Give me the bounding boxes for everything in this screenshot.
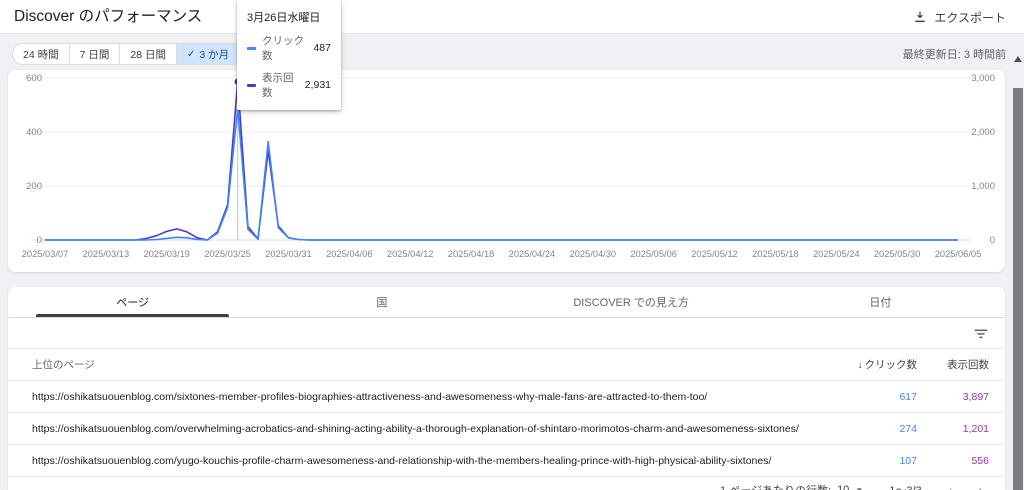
toolbar: 24 時間 7 日間 28 日間 ✓ 3 か月 詳細 ▼ 最終更新日: 3 時間… — [0, 34, 1024, 70]
impressions-value: 3,897 — [917, 391, 1005, 403]
scrollbar-thumb[interactable] — [1013, 88, 1023, 490]
clicks-legend-dash-icon — [247, 47, 256, 50]
tooltip-clicks-label: クリック数 — [262, 33, 307, 63]
x-tick-label: 2025/03/13 — [75, 249, 137, 259]
x-tick-label: 2025/05/12 — [684, 249, 746, 259]
tooltip-impressions-label: 表示回数 — [262, 70, 299, 100]
rows-per-page-label: 1 ページあたりの行数: — [720, 482, 831, 490]
impressions-value: 1,201 — [917, 423, 1005, 435]
x-tick-label: 2025/04/30 — [562, 249, 624, 259]
x-tick-label: 2025/05/24 — [805, 249, 867, 259]
y-tick-label: 200 — [10, 181, 42, 192]
column-header-clicks-label: クリック数 — [865, 359, 918, 371]
tab-pages[interactable]: ページ — [8, 287, 257, 317]
table-row: https://oshikatsuouenblog.com/yugo-kouch… — [8, 445, 1005, 477]
x-tick-label: 2025/04/24 — [501, 249, 563, 259]
chart-tooltip: 3月26日水曜日 クリック数 487 表示回数 2,931 — [237, 0, 341, 110]
tab-dates-label: 日付 — [869, 294, 891, 310]
rows-per-page-value: 10 — [837, 484, 849, 490]
last-updated-text: 最終更新日: 3 時間前 — [903, 46, 1006, 62]
x-tick-label: 2025/03/31 — [257, 249, 319, 259]
range-7d[interactable]: 7 日間 — [70, 44, 121, 64]
performance-chart-card: 6004002000 3,0002,0001,0000 2025/03/0720… — [8, 70, 1005, 272]
y-tick-label: 600 — [10, 73, 42, 84]
next-page-button[interactable]: › — [978, 483, 983, 490]
page-url-link[interactable]: https://oshikatsuouenblog.com/overwhelmi… — [8, 423, 807, 435]
download-icon — [913, 10, 927, 24]
y-tick-label: 0 — [10, 235, 42, 246]
x-tick-label: 2025/05/06 — [623, 249, 685, 259]
range-7d-label: 7 日間 — [80, 47, 110, 62]
clicks-value: 107 — [807, 455, 917, 467]
performance-line-chart[interactable] — [8, 70, 1005, 248]
tab-discover-appearance[interactable]: DISCOVER での見え方 — [507, 287, 756, 317]
tab-countries-label: 国 — [376, 294, 387, 310]
vertical-scrollbar[interactable] — [1012, 52, 1024, 490]
pagination-range: 1～3/3 — [889, 482, 921, 490]
y-tick-label: 400 — [10, 127, 42, 138]
column-header-clicks[interactable]: ↓クリック数 — [807, 357, 917, 372]
x-tick-label: 2025/06/05 — [927, 249, 989, 259]
tooltip-impressions-row: 表示回数 2,931 — [247, 70, 331, 100]
range-28d-label: 28 日間 — [130, 47, 166, 62]
x-tick-label: 2025/03/19 — [136, 249, 198, 259]
column-header-impressions[interactable]: 表示回数 — [917, 357, 1005, 372]
impressions-value: 556 — [917, 455, 1005, 467]
impressions-legend-dash-icon — [247, 84, 256, 87]
y-tick-label: 2,000 — [963, 127, 995, 138]
page-url-link[interactable]: https://oshikatsuouenblog.com/sixtones-m… — [8, 391, 807, 403]
y-tick-label: 1,000 — [963, 181, 995, 192]
table-filter-row — [8, 318, 1005, 349]
x-tick-label: 2025/03/25 — [197, 249, 259, 259]
table-row: https://oshikatsuouenblog.com/overwhelmi… — [8, 413, 1005, 445]
clicks-value: 274 — [807, 423, 917, 435]
check-icon: ✓ — [187, 49, 195, 60]
tab-countries[interactable]: 国 — [257, 287, 506, 317]
tooltip-clicks-value: 487 — [313, 42, 331, 54]
rows-per-page-control[interactable]: 1 ページあたりの行数: 10 ▼ — [720, 482, 863, 490]
range-3mo[interactable]: ✓ 3 か月 — [177, 44, 240, 64]
dimension-tabs: ページ 国 DISCOVER での見え方 日付 — [8, 287, 1005, 318]
tab-pages-label: ページ — [116, 294, 149, 310]
page-url-link[interactable]: https://oshikatsuouenblog.com/yugo-kouch… — [8, 455, 807, 467]
y-tick-label: 3,000 — [963, 73, 995, 84]
column-header-top-pages[interactable]: 上位のページ — [8, 357, 807, 372]
previous-page-button[interactable]: ‹ — [948, 483, 953, 490]
table-header-row: 上位のページ ↓クリック数 表示回数 — [8, 349, 1005, 381]
filter-icon[interactable] — [973, 326, 989, 342]
dimensions-table-card: ページ 国 DISCOVER での見え方 日付 上位のページ ↓クリック数 表示… — [8, 287, 1005, 490]
range-28d[interactable]: 28 日間 — [120, 44, 177, 64]
scroll-up-arrow-icon[interactable] — [1014, 56, 1022, 62]
x-tick-label: 2025/04/06 — [318, 249, 380, 259]
tab-discover-appearance-label: DISCOVER での見え方 — [573, 294, 689, 310]
chevron-down-icon: ▼ — [855, 486, 863, 490]
range-24h[interactable]: 24 時間 — [13, 44, 70, 64]
clicks-value: 617 — [807, 391, 917, 403]
range-24h-label: 24 時間 — [23, 47, 59, 62]
tab-dates[interactable]: 日付 — [756, 287, 1005, 317]
x-tick-label: 2025/03/07 — [14, 249, 76, 259]
range-3mo-label: 3 か月 — [199, 47, 229, 62]
y-tick-label: 0 — [963, 235, 995, 246]
tooltip-impressions-value: 2,931 — [305, 79, 331, 91]
tooltip-date: 3月26日水曜日 — [247, 9, 331, 25]
x-tick-label: 2025/05/18 — [744, 249, 806, 259]
x-tick-label: 2025/04/18 — [440, 249, 502, 259]
sort-desc-icon: ↓ — [858, 360, 863, 371]
page-title: Discover のパフォーマンス — [14, 0, 202, 34]
table-row: https://oshikatsuouenblog.com/sixtones-m… — [8, 381, 1005, 413]
tooltip-clicks-row: クリック数 487 — [247, 33, 331, 63]
export-button[interactable]: エクスポート — [913, 0, 1006, 34]
pagination-bar: 1 ページあたりの行数: 10 ▼ 1～3/3 ‹ › — [8, 477, 1005, 490]
app-header: Discover のパフォーマンス エクスポート — [0, 0, 1024, 34]
x-tick-label: 2025/04/12 — [379, 249, 441, 259]
export-label: エクスポート — [934, 9, 1006, 26]
x-tick-label: 2025/05/30 — [866, 249, 928, 259]
